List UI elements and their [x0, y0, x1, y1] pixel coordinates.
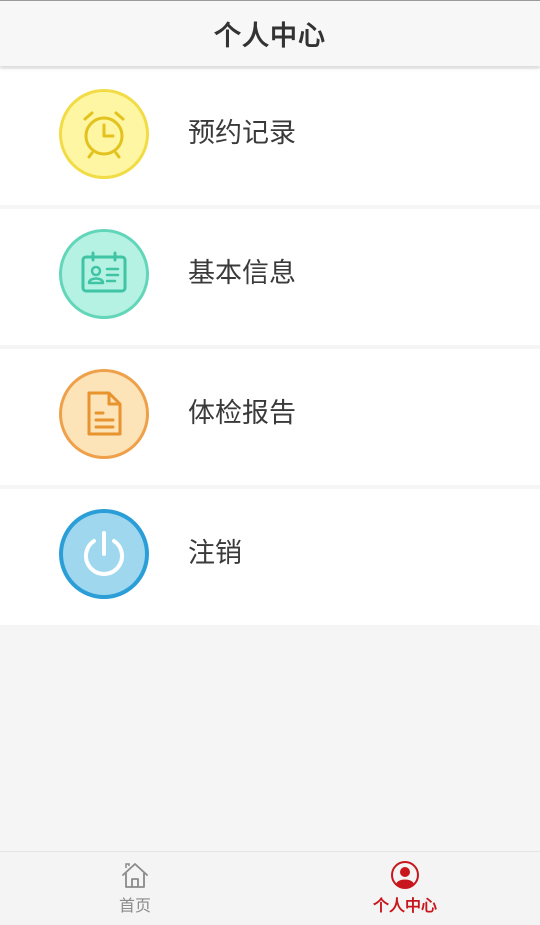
menu-item-label: 基本信息: [188, 258, 296, 289]
menu-item-label: 体检报告: [188, 398, 296, 429]
profile-menu-list: 预约记录 基本信息 体检报告 注销: [0, 69, 540, 629]
basic-info-icon-circle: [59, 229, 149, 319]
power-icon: [84, 531, 124, 576]
appointment-icon-circle: [59, 89, 149, 179]
menu-item-basic-info[interactable]: 基本信息: [0, 209, 540, 345]
logout-icon-circle: [59, 509, 149, 599]
document-icon: [87, 391, 122, 436]
alarm-clock-icon: [83, 111, 125, 159]
app-root: 个人中心 预约记录 基本信息 体检报告 注销 首页 个人中心: [0, 0, 540, 925]
user-icon: [391, 861, 419, 889]
tab-home[interactable]: 首页: [0, 852, 270, 925]
home-icon: [122, 863, 148, 888]
menu-item-label: 注销: [188, 538, 242, 569]
tab-profile[interactable]: 个人中心: [270, 852, 540, 925]
page-title: 个人中心: [214, 21, 326, 52]
id-card-icon: [81, 251, 127, 293]
menu-item-logout[interactable]: 注销: [0, 489, 540, 625]
menu-item-appointment-records[interactable]: 预约记录: [0, 69, 540, 205]
menu-item-label: 预约记录: [188, 118, 296, 149]
bottom-tab-bar: 首页 个人中心: [0, 851, 540, 925]
menu-item-checkup-report[interactable]: 体检报告: [0, 349, 540, 485]
tab-label: 个人中心: [372, 896, 437, 915]
checkup-report-icon-circle: [59, 369, 149, 459]
top-navigation-bar: 个人中心: [0, 0, 540, 66]
tab-label: 首页: [118, 896, 151, 915]
